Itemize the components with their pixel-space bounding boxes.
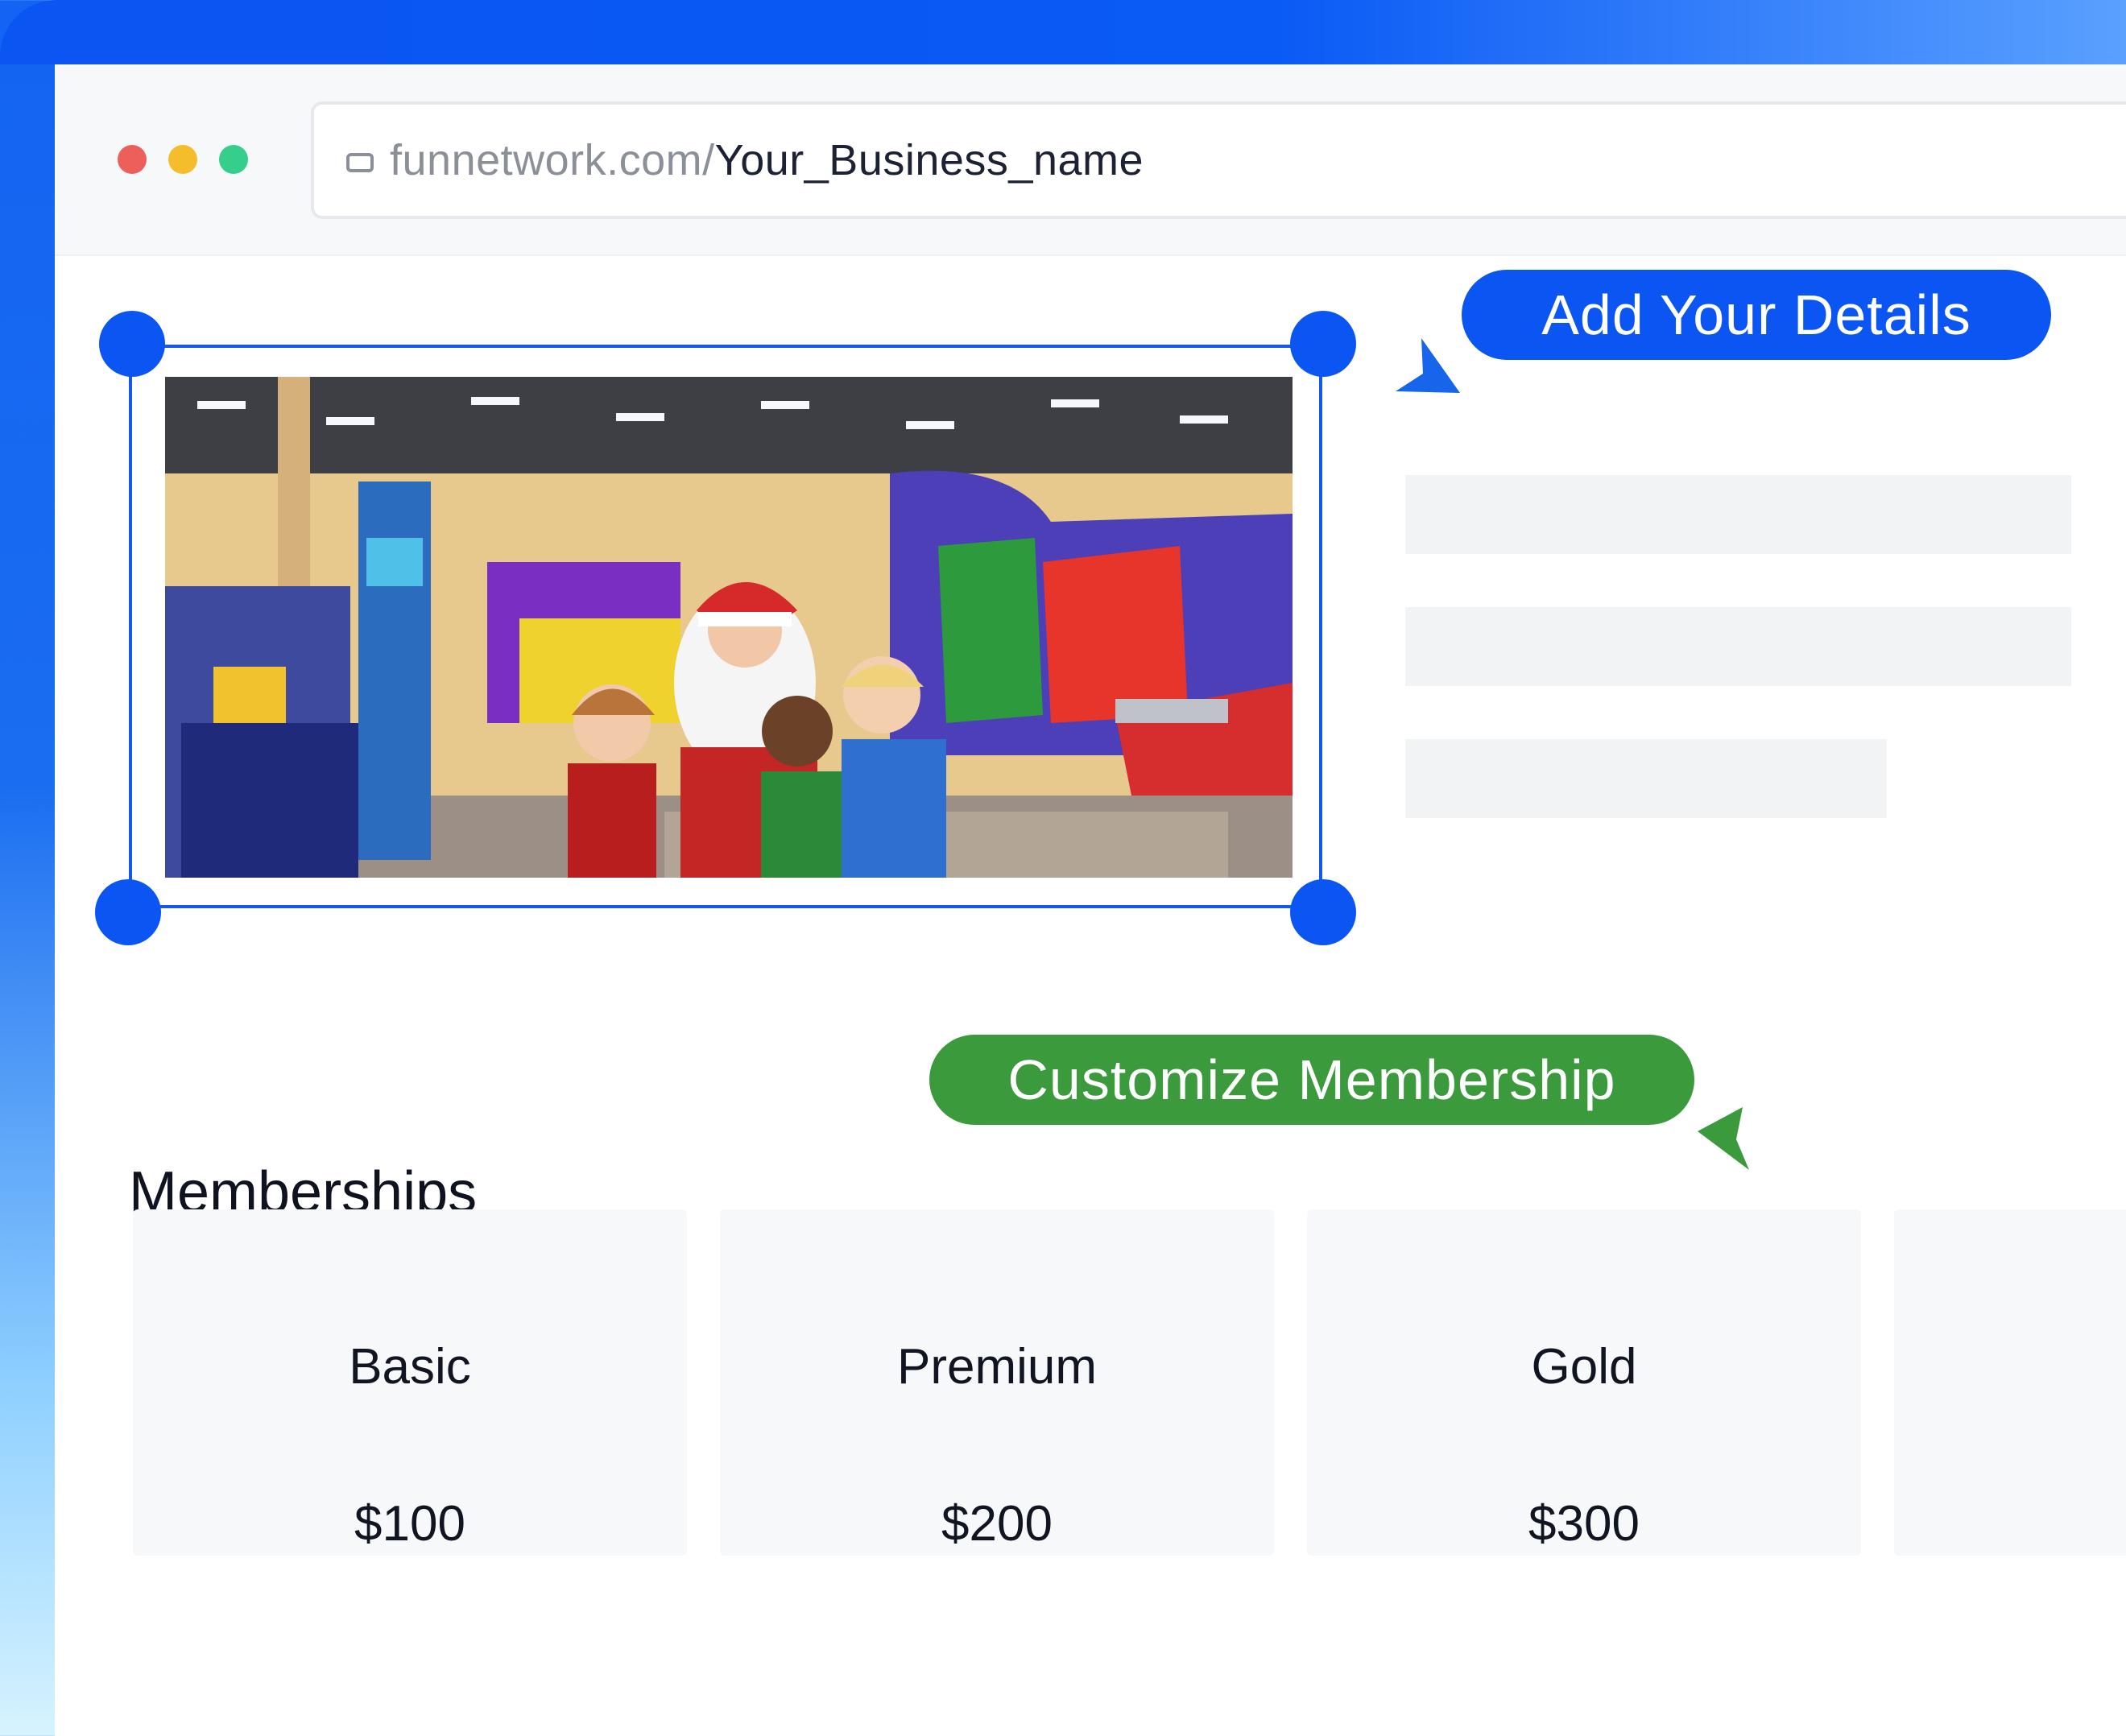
url-domain: funnetwork.com/	[390, 136, 715, 184]
membership-name: Premium	[896, 1339, 1098, 1395]
resize-handle-bottom-right[interactable]	[1290, 879, 1356, 945]
resize-handle-top-left[interactable]	[99, 311, 165, 377]
window-minimize-dot[interactable]	[168, 145, 197, 174]
indoor-play-center-photo	[165, 377, 1293, 878]
address-bar[interactable]: funnetwork.com/Your_Business_name	[311, 101, 2126, 219]
detail-placeholder-line	[1405, 607, 2071, 686]
detail-placeholder-line	[1405, 739, 1887, 818]
membership-price: $300	[1528, 1496, 1640, 1552]
tab-icon	[346, 153, 374, 172]
detail-placeholder-line	[1405, 475, 2071, 554]
resize-handle-top-right[interactable]	[1290, 311, 1356, 377]
membership-name: Basic	[349, 1339, 471, 1395]
window-close-dot[interactable]	[118, 145, 147, 174]
background-gradient	[0, 0, 2126, 64]
cursor-pointer-icon	[1396, 338, 1460, 393]
browser-toolbar: funnetwork.com/Your_Business_name	[55, 64, 2126, 256]
hero-image	[165, 377, 1293, 878]
customize-membership-callout: Customize Membership	[929, 1035, 1694, 1125]
window-maximize-dot[interactable]	[219, 145, 248, 174]
membership-price: $100	[354, 1496, 465, 1552]
membership-card[interactable]: Premium $200	[720, 1209, 1274, 1556]
membership-price: $200	[941, 1496, 1053, 1552]
membership-name: Gold	[1531, 1339, 1637, 1395]
cursor-pointer-icon	[1698, 1107, 1749, 1170]
resize-handle-bottom-left[interactable]	[95, 879, 161, 945]
url-path: Your_Business_name	[714, 136, 1144, 184]
membership-card-partial[interactable]	[1894, 1209, 2126, 1556]
membership-card[interactable]: Gold $300	[1307, 1209, 1861, 1556]
add-details-callout: Add Your Details	[1462, 270, 2051, 360]
membership-card[interactable]: Basic $100	[133, 1209, 687, 1556]
